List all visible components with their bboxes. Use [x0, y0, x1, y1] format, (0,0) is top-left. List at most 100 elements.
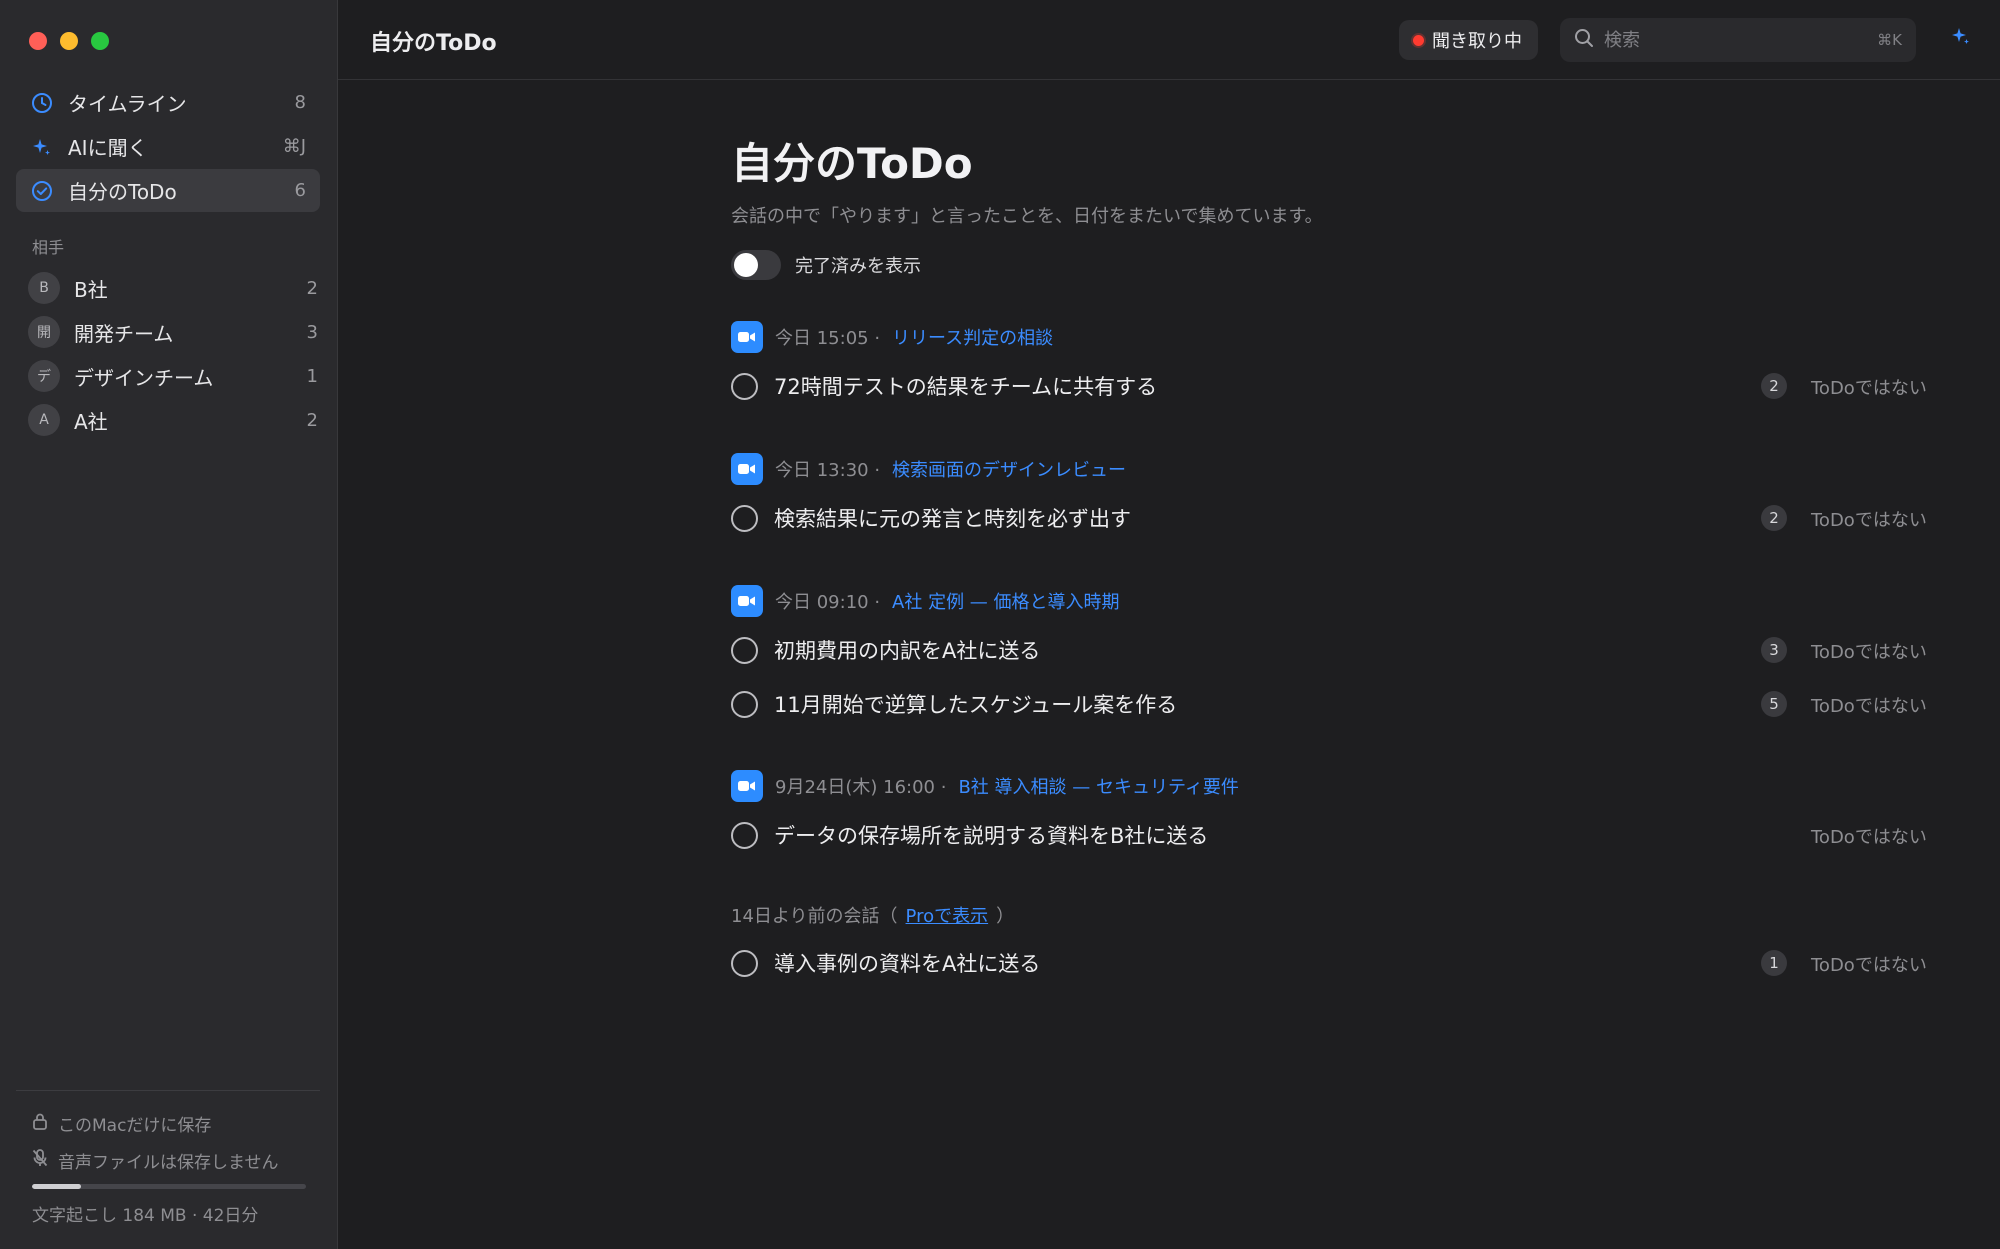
todo-checkbox[interactable]: [731, 636, 758, 664]
todo-checkbox[interactable]: [731, 821, 758, 849]
avatar: 開: [28, 316, 60, 348]
storage-progress-bar: [32, 1184, 306, 1189]
show-with-pro-link[interactable]: Proで表示: [906, 906, 989, 927]
video-camera-icon: [731, 585, 763, 617]
storage-progress-fill: [32, 1184, 82, 1189]
not-todo-button[interactable]: ToDoではない: [1811, 823, 1927, 849]
toggle-knob: [734, 253, 758, 277]
show-completed-row: 完了済みを表示: [731, 250, 921, 280]
todo-item: 導入事例の資料をA社に送る 1 ToDoではない: [731, 943, 1927, 983]
contact-count: 3: [306, 321, 318, 343]
sidebar-item-label: タイムライン: [68, 92, 187, 116]
search-box[interactable]: ⌘K: [1560, 18, 1916, 62]
sidebar-item-ask-ai[interactable]: AIに聞く ⌘J: [16, 125, 320, 168]
avatar: A: [28, 404, 60, 436]
todo-text: 11月開始で逆算したスケジュール案を作る: [774, 693, 1178, 717]
todo-text: データの保存場所を説明する資料をB社に送る: [774, 824, 1209, 848]
meeting-title-link[interactable]: B社 導入相談 — セキュリティ要件: [958, 773, 1238, 799]
contact-label: A社: [74, 409, 108, 434]
no-audio-note: 音声ファイルは保存しません: [32, 1148, 279, 1173]
meeting-time: 9月24日(木) 16:00 ·: [775, 777, 947, 798]
toolbar: 自分のToDo 聞き取り中 ⌘K: [338, 0, 2000, 80]
not-todo-button[interactable]: ToDoではない: [1811, 638, 1927, 664]
clock-icon: [30, 91, 54, 115]
todo-item: データの保存場所を説明する資料をB社に送る ToDoではない: [731, 815, 1927, 855]
search-icon: [1574, 28, 1594, 52]
sidebar-item-my-todo[interactable]: 自分のToDo 6: [16, 169, 320, 212]
todo-checkbox[interactable]: [731, 949, 758, 977]
older-conversations-header: 14日より前の会話（ Proで表示 ）: [731, 902, 1014, 928]
sidebar-contact-dev-team[interactable]: 開 開発チーム 3: [28, 312, 320, 352]
mic-off-icon: [32, 1149, 48, 1172]
minimize-window-button[interactable]: [60, 32, 78, 50]
sidebar-item-count: 8: [294, 92, 306, 113]
ai-assistant-button[interactable]: [1947, 24, 1975, 52]
storage-usage-text: 文字起こし 184 MB · 42日分: [32, 1206, 259, 1226]
not-todo-button[interactable]: ToDoではない: [1811, 374, 1927, 400]
mention-count-badge: 5: [1761, 691, 1787, 717]
meeting-time: 今日 13:30 ·: [775, 460, 881, 481]
not-todo-button[interactable]: ToDoではない: [1811, 692, 1927, 718]
todo-item: 72時間テストの結果をチームに共有する 2 ToDoではない: [731, 366, 1927, 406]
app-window: タイムライン 8 AIに聞く ⌘J 自分のToDo 6 相手 B B社 2 開 …: [0, 0, 2000, 1249]
sidebar-item-label: AIに聞く: [68, 136, 148, 160]
older-prefix: 14日より前の会話（: [731, 906, 898, 927]
todo-item: 初期費用の内訳をA社に送る 3 ToDoではない: [731, 630, 1927, 670]
sidebar-item-label: 自分のToDo: [68, 180, 177, 204]
todo-checkbox[interactable]: [731, 504, 758, 532]
sidebar-item-shortcut: ⌘J: [282, 136, 306, 157]
meeting-header: 今日 15:05 · リリース判定の相談: [731, 321, 1053, 353]
contact-count: 2: [306, 277, 318, 299]
todo-item: 11月開始で逆算したスケジュール案を作る 5 ToDoではない: [731, 684, 1927, 724]
mention-count-badge: 3: [1761, 637, 1787, 663]
todo-checkbox[interactable]: [731, 372, 758, 400]
search-input[interactable]: [1604, 29, 1878, 51]
sparkle-icon: [1951, 26, 1971, 50]
avatar: デ: [28, 360, 60, 392]
not-todo-button[interactable]: ToDoではない: [1811, 951, 1927, 977]
sparkle-icon: [30, 135, 54, 159]
show-completed-label: 完了済みを表示: [795, 256, 921, 277]
older-suffix: ）: [996, 906, 1015, 927]
todo-checkbox[interactable]: [731, 690, 758, 718]
listening-status-button[interactable]: 聞き取り中: [1399, 20, 1538, 60]
not-todo-button[interactable]: ToDoではない: [1811, 506, 1927, 532]
sidebar-item-timeline[interactable]: タイムライン 8: [16, 81, 320, 124]
meeting-title-link[interactable]: リリース判定の相談: [892, 324, 1053, 350]
local-storage-text: このMacだけに保存: [58, 1116, 212, 1136]
meeting-title-link[interactable]: 検索画面のデザインレビュー: [892, 456, 1126, 482]
sidebar: タイムライン 8 AIに聞く ⌘J 自分のToDo 6 相手 B B社 2 開 …: [0, 0, 338, 1249]
close-window-button[interactable]: [29, 32, 47, 50]
maximize-window-button[interactable]: [91, 32, 109, 50]
contact-label: デザインチーム: [74, 365, 214, 390]
todo-text: 72時間テストの結果をチームに共有する: [774, 375, 1158, 399]
listening-label: 聞き取り中: [1432, 31, 1522, 52]
todo-text: 初期費用の内訳をA社に送る: [774, 639, 1041, 663]
sidebar-footer-divider: [16, 1090, 320, 1091]
check-circle-icon: [30, 179, 54, 203]
section-label-contacts: 相手: [32, 238, 65, 257]
recording-dot-icon: [1413, 34, 1424, 46]
contact-label: 開発チーム: [74, 321, 174, 346]
video-camera-icon: [731, 770, 763, 802]
meeting-time: 今日 09:10 ·: [775, 592, 881, 613]
sidebar-contact-design-team[interactable]: デ デザインチーム 1: [28, 356, 320, 396]
sidebar-contact-b[interactable]: B B社 2: [28, 268, 320, 308]
sidebar-contact-a[interactable]: A A社 2: [28, 400, 320, 440]
window-controls: [29, 32, 109, 50]
mention-count-badge: 1: [1761, 950, 1787, 976]
meeting-header: 今日 09:10 · A社 定例 — 価格と導入時期: [731, 585, 1120, 617]
contact-count: 1: [306, 365, 318, 387]
page-subtitle: 会話の中で「やります」と言ったことを、日付をまたいで集めています。: [731, 206, 1323, 227]
show-completed-toggle[interactable]: [731, 250, 781, 280]
meeting-header: 9月24日(木) 16:00 · B社 導入相談 — セキュリティ要件: [731, 770, 1239, 802]
meeting-title-link[interactable]: A社 定例 — 価格と導入時期: [892, 588, 1119, 614]
video-camera-icon: [731, 453, 763, 485]
todo-text: 検索結果に元の発言と時刻を必ず出す: [774, 507, 1131, 531]
meeting-header: 今日 13:30 · 検索画面のデザインレビュー: [731, 453, 1126, 485]
window-title: 自分のToDo: [370, 31, 497, 56]
contact-count: 2: [306, 409, 318, 431]
avatar: B: [28, 272, 60, 304]
todo-text: 導入事例の資料をA社に送る: [774, 952, 1041, 976]
lock-icon: [32, 1112, 48, 1135]
